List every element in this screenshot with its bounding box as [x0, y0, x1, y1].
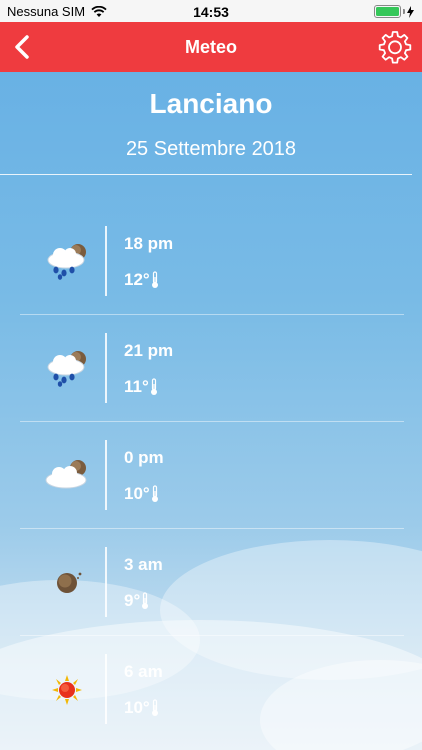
rain-cloud-moon-icon: [47, 244, 86, 280]
forecast-temperature: 10°: [124, 484, 159, 504]
forecast-hour: 3 am: [124, 555, 163, 574]
sun-icon: [52, 675, 82, 705]
forecast-temperature: 12°: [124, 270, 159, 290]
moon-icon: [57, 572, 82, 593]
battery-fill: [376, 7, 399, 16]
forecast-hour: 6 am: [124, 662, 163, 681]
forecast-row[interactable]: 6 am 10°: [20, 636, 404, 743]
cloud-moon-icon: [45, 460, 87, 489]
row-divider: [105, 333, 107, 403]
row-divider: [105, 547, 107, 617]
settings-gear-icon[interactable]: [378, 30, 412, 64]
thermometer-icon: [142, 592, 149, 609]
temperature-value: 11°: [124, 377, 149, 396]
forecast-row[interactable]: 18 pm 12°: [20, 208, 404, 315]
temperature-value: 10°: [124, 484, 150, 503]
thermometer-icon: [150, 378, 157, 395]
navigation-bar: Meteo: [0, 22, 422, 72]
forecast-date: 25 Settembre 2018: [125, 138, 297, 160]
charging-icon: [407, 5, 414, 18]
header-divider: [0, 174, 412, 175]
row-divider: [105, 654, 107, 724]
city-name: Lanciano: [149, 88, 273, 119]
status-bar: Nessuna SIM 14:53: [0, 0, 422, 22]
forecast-row[interactable]: 21 pm 11°: [20, 315, 404, 422]
battery-indicator: [374, 5, 414, 18]
thermometer-icon: [151, 271, 158, 288]
temperature-value: 9°: [124, 591, 141, 610]
clock: 14:53: [193, 4, 229, 20]
page-title: Meteo: [184, 37, 237, 57]
forecast-hour: 0 pm: [124, 448, 164, 467]
temperature-value: 10°: [124, 698, 150, 717]
forecast-row[interactable]: 3 am 9°: [20, 529, 404, 636]
forecast-temperature: 10°: [124, 698, 159, 718]
temperature-value: 12°: [124, 270, 150, 289]
forecast-temperature: 11°: [124, 377, 158, 397]
forecast-temperature: 9°: [124, 591, 149, 611]
forecast-list: 18 pm 12° 21 pm 11° 0 pm 10° 3 am 9° 6 a…: [20, 208, 404, 743]
row-divider: [105, 226, 107, 296]
forecast-row[interactable]: 0 pm 10°: [20, 422, 404, 529]
rain-cloud-moon-icon: [47, 351, 86, 387]
forecast-hour: 18 pm: [124, 234, 174, 253]
thermometer-icon: [151, 485, 158, 502]
forecast-hour: 21 pm: [124, 341, 174, 360]
row-divider: [105, 440, 107, 510]
thermometer-icon: [151, 699, 158, 716]
